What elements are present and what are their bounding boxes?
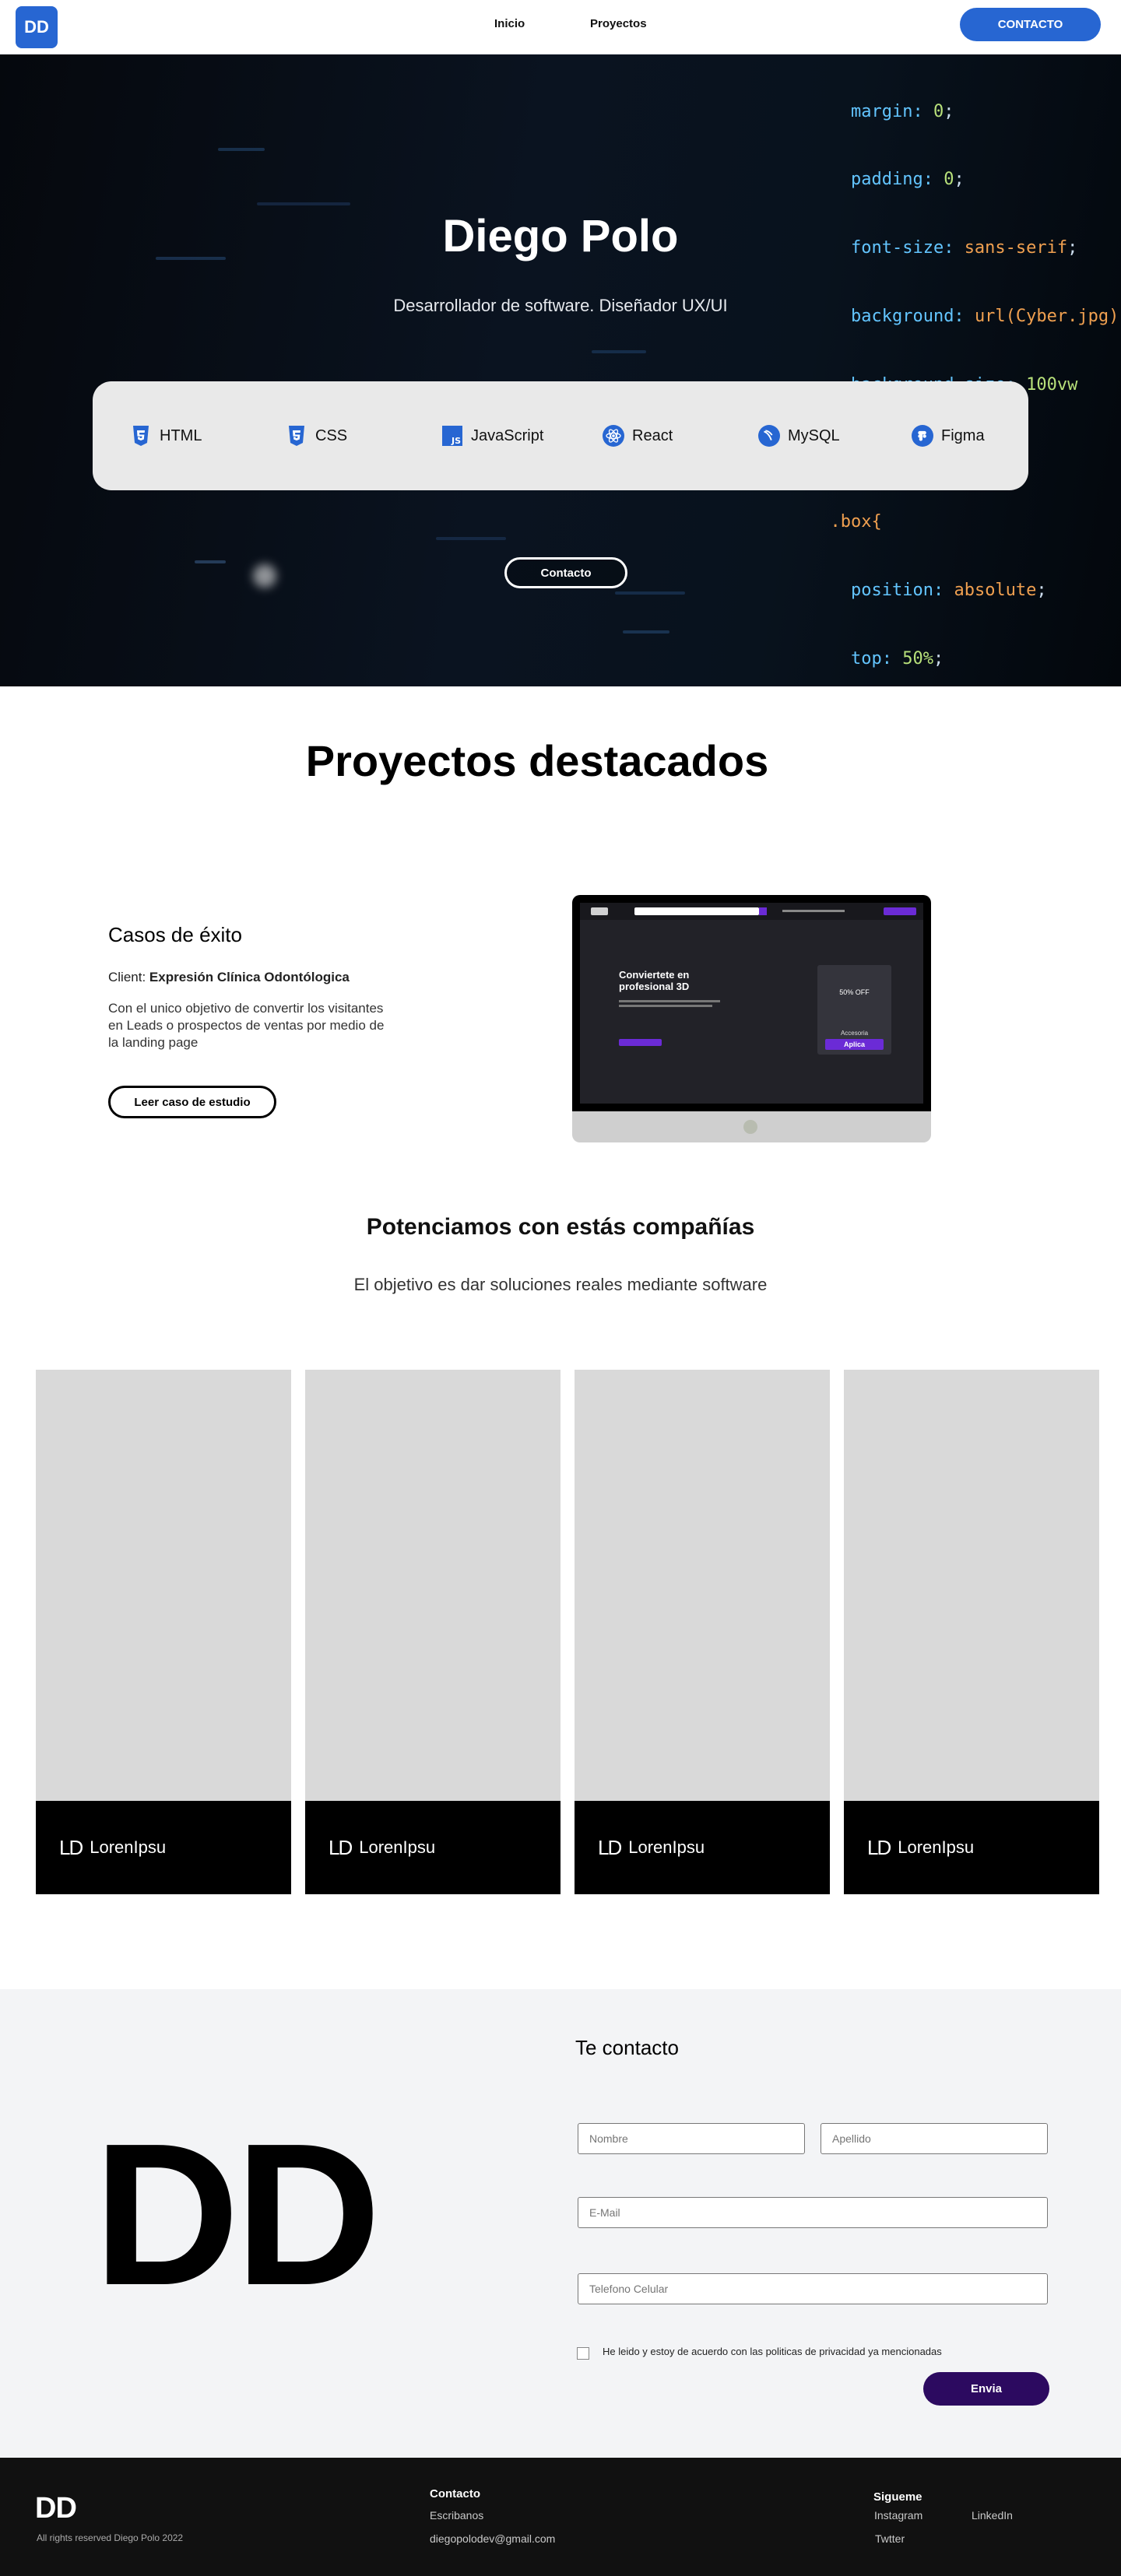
privacy-checkbox-label: He leido y estoy de acuerdo con las poli… — [603, 2346, 942, 2357]
monitor-frame: Conviertete en profesional 3D 50% OFF Ac… — [572, 895, 931, 1111]
hero-title: Diego Polo — [442, 211, 679, 261]
footer-link-write-us[interactable]: Escribanos — [430, 2509, 483, 2522]
case-description: Con el unico objetivo de convertir los v… — [108, 1001, 385, 1050]
partner-card-footer: LD LorenIpsu — [36, 1801, 291, 1894]
top-navbar: DD Inicio Proyectos CONTACTO — [0, 0, 1121, 54]
footer-social-heading: Siguеme — [873, 2490, 922, 2504]
projects-title: Proyectos destacados — [305, 736, 769, 785]
monitor-chin — [572, 1111, 931, 1142]
submit-button[interactable]: Envia — [923, 2372, 1049, 2406]
skill-javascript: JS JavaScript — [441, 381, 543, 490]
copyright: All rights reserved Diego Polo 2022 — [37, 2532, 184, 2543]
partners-subtitle: El objetivo es dar soluciones reales med… — [353, 1275, 768, 1294]
partners-title: Potenciamos con estás compañías — [366, 1214, 755, 1240]
nav-link-proyectos[interactable]: Proyectos — [590, 17, 647, 30]
footer-logo: DD — [35, 2492, 77, 2525]
figma-icon — [912, 425, 933, 447]
footer-link-twitter[interactable]: Twtter — [875, 2532, 905, 2545]
css3-icon — [286, 425, 307, 447]
mockup-headline: Conviertete en profesional 3D — [619, 969, 690, 992]
read-case-study-button[interactable]: Leer caso de estudio — [108, 1086, 276, 1118]
skill-html: HTML — [130, 381, 202, 490]
partner-name: LorenIpsu — [90, 1837, 167, 1857]
logo[interactable]: DD — [16, 6, 58, 48]
partner-card[interactable]: LD LorenIpsu — [844, 1370, 1099, 1894]
first-name-input[interactable] — [578, 2123, 805, 2154]
mockup-badge-title: 50% OFF — [839, 988, 870, 996]
partner-card[interactable]: LD LorenIpsu — [36, 1370, 291, 1894]
footer-link-instagram[interactable]: Instagram — [874, 2509, 922, 2522]
mockup-badge-sub: Accesoria — [840, 1030, 869, 1037]
privacy-checkbox[interactable] — [577, 2347, 589, 2360]
big-logo: DD — [93, 2102, 381, 2328]
footer-link-email[interactable]: diegopolodev@gmail.com — [430, 2532, 555, 2545]
skill-label: HTML — [160, 426, 202, 444]
svg-text:JS: JS — [451, 436, 461, 446]
javascript-icon: JS — [441, 425, 463, 447]
project-mockup[interactable]: Conviertete en profesional 3D 50% OFF Ac… — [572, 895, 931, 1142]
react-icon — [603, 425, 624, 447]
skill-css: CSS — [286, 381, 347, 490]
partner-name: LorenIpsu — [898, 1837, 975, 1857]
skill-figma: Figma — [912, 381, 985, 490]
partner-name: LorenIpsu — [628, 1837, 705, 1857]
partner-card[interactable]: LD LorenIpsu — [575, 1370, 830, 1894]
email-input[interactable] — [578, 2197, 1048, 2228]
hero-section: margin: 0; padding: 0; font-size: sans-s… — [0, 54, 1121, 686]
footer: DD All rights reserved Diego Polo 2022 C… — [0, 2458, 1121, 2576]
monitor-logo-icon — [743, 1120, 757, 1134]
last-name-input[interactable] — [821, 2123, 1048, 2154]
partner-card-footer: LD LorenIpsu — [575, 1801, 830, 1894]
case-client: Client: Expresión Clínica Odontólogica — [108, 970, 350, 985]
skill-label: JavaScript — [471, 426, 544, 444]
partner-name: LorenIpsu — [359, 1837, 436, 1857]
mockup-badge-cta: Aplica — [825, 1039, 884, 1050]
footer-contact-heading: Contacto — [430, 2487, 480, 2501]
partner-card-footer: LD LorenIpsu — [844, 1801, 1099, 1894]
skill-mysql: MySQL — [758, 381, 840, 490]
html5-icon — [130, 425, 152, 447]
mysql-icon — [758, 425, 780, 447]
client-name: Expresión Clínica Odontólogica — [149, 970, 350, 984]
partner-logo-mark: LD — [867, 1835, 891, 1859]
partner-logo-mark: LD — [329, 1835, 353, 1859]
contact-section: DD Te contacto He leido y estoy de acuer… — [0, 1989, 1121, 2458]
client-prefix: Client: — [108, 970, 146, 984]
contact-title: Te contacto — [575, 2036, 679, 2059]
skill-react: React — [603, 381, 673, 490]
skill-label: Figma — [941, 426, 985, 444]
phone-input[interactable] — [578, 2273, 1048, 2304]
partner-logo-mark: LD — [59, 1835, 83, 1859]
skill-label: MySQL — [788, 426, 840, 444]
code-background: margin: 0; padding: 0; font-size: sans-s… — [830, 101, 1119, 669]
case-title: Casos de éxito — [108, 923, 242, 946]
monitor-screen: Conviertete en profesional 3D 50% OFF Ac… — [580, 903, 923, 1104]
skills-panel: HTML CSS JS JavaScript React MySQL Figma — [93, 381, 1028, 490]
hero-subtitle: Desarrollador de software. Diseñador UX/… — [393, 296, 728, 315]
skill-label: React — [632, 426, 673, 444]
contact-nav-button[interactable]: CONTACTO — [960, 8, 1101, 41]
partner-logo-mark: LD — [598, 1835, 622, 1859]
partner-card[interactable]: LD LorenIpsu — [305, 1370, 560, 1894]
footer-link-linkedin[interactable]: LinkedIn — [972, 2509, 1013, 2522]
nav-link-inicio[interactable]: Inicio — [494, 17, 525, 30]
hero-contact-button[interactable]: Contacto — [504, 557, 627, 588]
skill-label: CSS — [315, 426, 348, 444]
partner-card-footer: LD LorenIpsu — [305, 1801, 560, 1894]
